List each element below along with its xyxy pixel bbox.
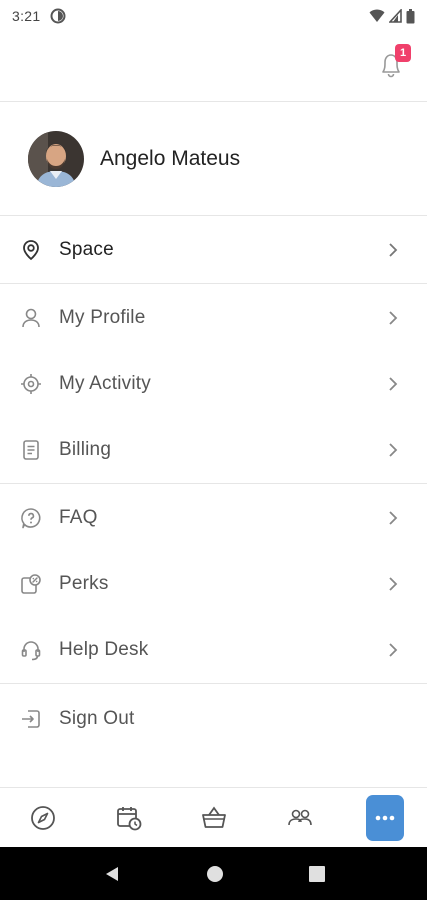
- menu-group-support: FAQ Perks Help Desk: [0, 485, 427, 684]
- chevron-right-icon: [389, 243, 398, 257]
- menu-item-label: My Profile: [59, 307, 146, 328]
- menu-item-label: Perks: [59, 573, 109, 594]
- headset-icon: [20, 639, 42, 661]
- more-icon: [375, 815, 395, 820]
- menu-item-label: Sign Out: [59, 708, 135, 729]
- data-saver-icon: [50, 8, 66, 24]
- chevron-right-icon: [389, 311, 398, 325]
- status-time: 3:21: [12, 8, 41, 24]
- menu-group-signout: Sign Out: [0, 686, 427, 752]
- target-icon: [20, 373, 42, 395]
- help-bubble-icon: [20, 507, 42, 529]
- nav-bookings-button[interactable]: [109, 798, 149, 838]
- chevron-right-icon: [389, 377, 398, 391]
- menu-item-faq[interactable]: FAQ: [0, 485, 427, 551]
- back-icon[interactable]: [103, 865, 121, 883]
- menu-item-label: FAQ: [59, 507, 98, 528]
- menu-item-perks[interactable]: Perks: [0, 551, 427, 617]
- header: 1: [0, 32, 427, 102]
- profile-name: Angelo Mateus: [100, 147, 241, 170]
- notification-badge: 1: [395, 44, 411, 62]
- menu-group-space: Space: [0, 217, 427, 284]
- menu-item-help-desk[interactable]: Help Desk: [0, 617, 427, 683]
- nav-community-button[interactable]: [280, 798, 320, 838]
- basket-icon: [202, 805, 227, 828]
- battery-icon: [406, 8, 415, 23]
- recents-icon[interactable]: [308, 865, 325, 882]
- system-nav-bar: [0, 847, 427, 900]
- sign-out-icon: [20, 708, 42, 730]
- menu-group-account: My Profile My Activity Billing: [0, 285, 427, 484]
- menu-item-sign-out[interactable]: Sign Out: [0, 686, 427, 752]
- nav-shop-button[interactable]: [194, 798, 234, 838]
- menu-item-label: Billing: [59, 439, 112, 460]
- location-pin-icon: [20, 239, 42, 261]
- bottom-nav: [0, 787, 427, 847]
- status-bar: 3:21: [0, 0, 427, 32]
- calendar-clock-icon: [116, 806, 142, 830]
- compass-icon: [30, 805, 55, 830]
- wifi-icon: [369, 9, 385, 22]
- people-icon: [288, 809, 313, 825]
- home-icon[interactable]: [206, 865, 224, 883]
- menu-item-label: Space: [59, 239, 114, 260]
- menu-item-billing[interactable]: Billing: [0, 417, 427, 483]
- user-icon: [20, 307, 42, 329]
- coupon-icon: [20, 573, 42, 595]
- signal-icon: [389, 9, 402, 23]
- nav-more-button[interactable]: [366, 794, 405, 841]
- profile-header[interactable]: Angelo Mateus: [0, 103, 427, 216]
- chevron-right-icon: [389, 577, 398, 591]
- menu-item-my-activity[interactable]: My Activity: [0, 351, 427, 417]
- chevron-right-icon: [389, 443, 398, 457]
- notifications-button[interactable]: 1: [377, 44, 411, 80]
- menu-item-my-profile[interactable]: My Profile: [0, 285, 427, 351]
- menu-item-label: My Activity: [59, 373, 151, 394]
- menu-item-space[interactable]: Space: [0, 217, 427, 283]
- chevron-right-icon: [389, 643, 398, 657]
- avatar: [28, 131, 84, 187]
- nav-explore-button[interactable]: [23, 798, 63, 838]
- menu-item-label: Help Desk: [59, 639, 149, 660]
- receipt-icon: [20, 439, 42, 461]
- chevron-right-icon: [389, 511, 398, 525]
